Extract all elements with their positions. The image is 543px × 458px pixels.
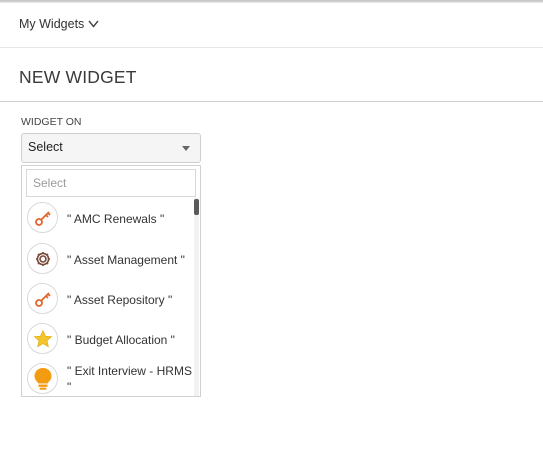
- key-icon: [27, 202, 58, 233]
- chevron-down-icon: [88, 20, 99, 28]
- dropdown-item-asset-repository[interactable]: " Asset Repository ": [22, 278, 194, 318]
- dropdown-search: [26, 169, 196, 197]
- dropdown-item-label: " Asset Management ": [67, 253, 185, 267]
- select-value: Select: [28, 140, 63, 154]
- my-widgets-label: My Widgets: [19, 17, 85, 31]
- dropdown-list: " AMC Renewals " " Asset Management " " …: [22, 198, 200, 396]
- widget-on-select[interactable]: Select: [21, 133, 201, 163]
- dropdown-item-asset-management[interactable]: " Asset Management ": [22, 238, 194, 278]
- dropdown-item-label: " AMC Renewals ": [67, 212, 165, 226]
- my-widgets-menu[interactable]: My Widgets: [19, 17, 99, 31]
- dropdown-item-label: " Budget Allocation ": [67, 333, 175, 347]
- dropdown-item-label: " Asset Repository ": [67, 293, 173, 307]
- key-icon: [27, 283, 58, 314]
- star-icon: [27, 323, 58, 354]
- widget-on-label: WIDGET ON: [21, 116, 82, 128]
- dropdown-item-label: " Exit Interview - HRMS ": [67, 364, 192, 394]
- caret-down-icon: [182, 146, 190, 151]
- dropdown-item-exit-interview-hrms[interactable]: " Exit Interview - HRMS ": [22, 358, 194, 396]
- top-bar: My Widgets: [0, 3, 543, 48]
- dropdown-item-amc-renewals[interactable]: " AMC Renewals ": [22, 198, 194, 238]
- page-title: NEW WIDGET: [19, 67, 137, 87]
- widget-dropdown: " AMC Renewals " " Asset Management ": [21, 165, 201, 397]
- dropdown-item-budget-allocation[interactable]: " Budget Allocation ": [22, 318, 194, 358]
- dropdown-search-input[interactable]: [27, 170, 195, 196]
- lightbulb-icon: [27, 363, 58, 394]
- divider: [0, 101, 543, 102]
- gear-icon: [27, 243, 58, 274]
